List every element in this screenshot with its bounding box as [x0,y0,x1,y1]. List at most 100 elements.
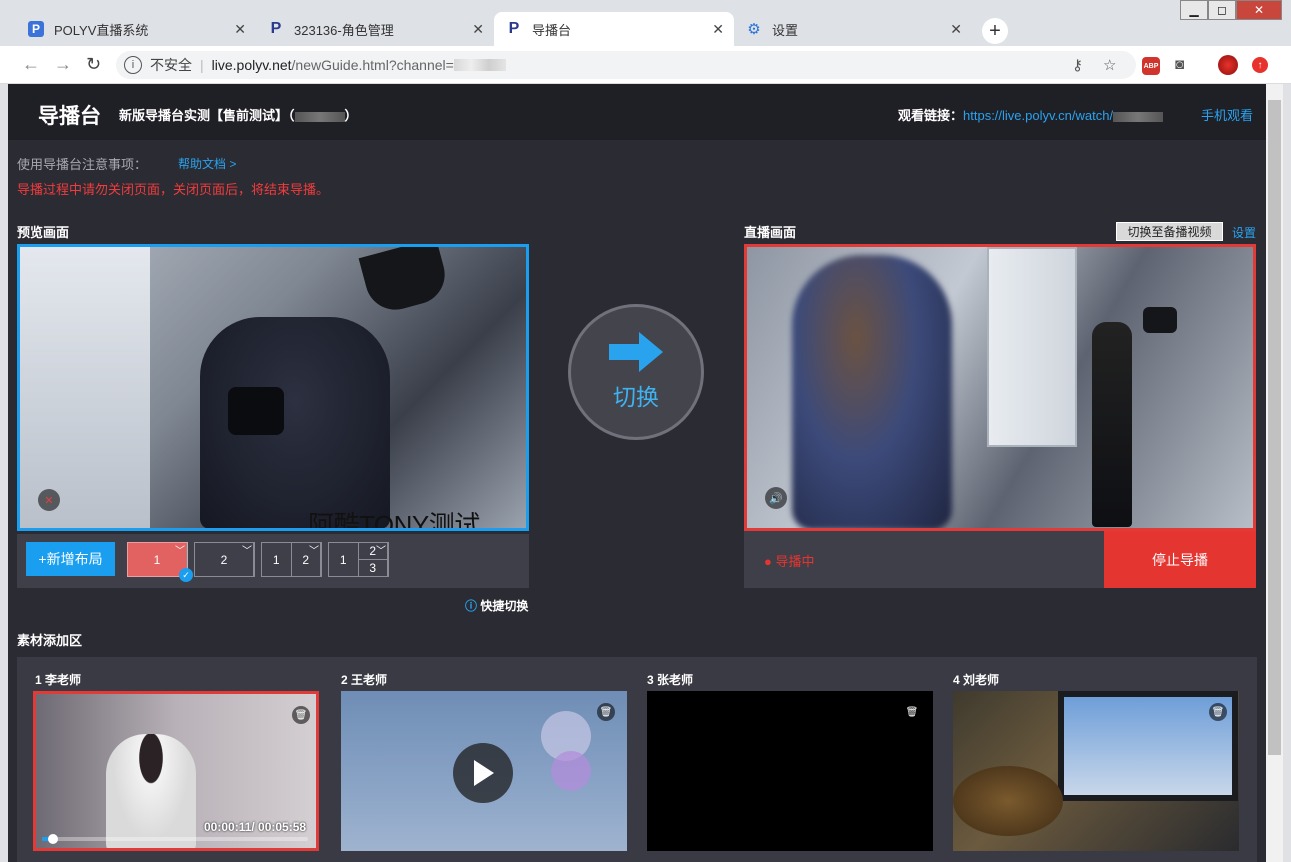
notice-label: 使用导播台注意事项： [17,157,148,172]
layout-cell: 3 [369,561,377,575]
play-icon [474,760,494,786]
speaker-icon[interactable]: 🔊 [765,487,787,509]
forward-arrow-icon[interactable]: → [54,54,72,75]
browser-toolbar: ← → ↻ i 不安全 | live.polyv.net /newGuide.h… [0,46,1291,84]
trash-icon[interactable]: 🗑 [597,703,615,721]
switch-button[interactable]: 切换 [568,304,704,440]
browser-tab-strip: P POLYV直播系统 ✕ P 323136-角色管理 ✕ P 导播台 ✕ ⚙ … [0,0,1291,46]
help-doc-link[interactable]: 帮助文档 > [178,155,236,172]
man-figure [1092,322,1132,527]
materials-area: 1 李老师 🗑 00:00:11/ 00:05:58 2 王老师 🗑 3 张老师… [17,657,1257,862]
trash-icon[interactable]: 🗑 [292,706,310,724]
url-path: /newGuide.html?channel= [291,57,454,73]
live-status-bar: ● 导播中 [744,531,1104,588]
back-arrow-icon[interactable]: ← [22,54,40,75]
live-status: ● 导播中 [764,554,815,569]
url-host: live.polyv.net [211,57,292,73]
browser-tab[interactable]: ⚙ 设置 ✕ [734,12,972,46]
live-label: 直播画面 [744,225,797,240]
browser-tab-active[interactable]: P 导播台 ✕ [494,12,734,46]
progress-track[interactable] [42,834,308,844]
gear-icon: ⚙ [747,21,761,38]
star-icon[interactable]: ☆ [1103,56,1116,74]
new-tab-button[interactable]: + [982,18,1008,44]
chevron-down-icon[interactable]: ﹀ [175,542,185,557]
minimize-button[interactable]: ▁ [1180,0,1208,20]
preview-video[interactable]: ✕ 阿酷TONY测试 [17,244,529,531]
mobile-watch-link[interactable]: 手机观看 [1201,105,1253,124]
warning-text: 导播过程中请勿关闭页面，关闭页面后，将结束导播。 [17,182,330,197]
stop-broadcast-button[interactable]: 停止导播 [1104,531,1256,588]
window-backdrop [20,247,150,528]
camera-shape [228,387,284,435]
trash-icon[interactable]: 🗑 [903,703,921,721]
window-close-button[interactable]: ✕ [1236,0,1282,20]
layout-option-4[interactable]: 1 2 3 ﹀ [328,542,389,577]
browser-tab[interactable]: P POLYV直播系统 ✕ [16,12,256,46]
material-thumbnail-3[interactable]: 🗑 [647,691,933,851]
tea-tray-shape [953,766,1063,836]
info-icon[interactable]: i [124,56,142,74]
studio-light [358,247,452,317]
info-circle-icon: ⓘ [465,599,478,613]
material-thumbnail-2[interactable]: 🗑 [341,691,627,851]
play-button[interactable] [453,743,513,803]
layout-cell: 1 [262,543,292,576]
close-icon[interactable]: ✕ [234,21,246,38]
polyv-p-icon: P [508,20,520,37]
switch-to-backup-button[interactable]: 切换至备播视频 [1116,222,1223,241]
tab-title: POLYV直播系统 [54,22,149,38]
browser-tab[interactable]: P 323136-角色管理 ✕ [256,12,494,46]
muted-speaker-icon[interactable]: ✕ [38,489,60,511]
channel-subtitle: 新版导播台实测【售前测试】（） [119,108,358,123]
camera-icon[interactable]: ◙ [1175,56,1184,73]
close-icon[interactable]: ✕ [950,21,962,38]
address-bar[interactable]: i 不安全 | live.polyv.net /newGuide.html?ch… [116,51,1136,79]
watch-link-row: 观看链接：https://live.polyv.cn/watch/ [898,105,1164,124]
security-label: 不安全 [150,57,192,73]
material-label: 4 刘老师 [953,673,1000,687]
adblock-icon[interactable]: ABP [1142,57,1160,75]
trash-icon[interactable]: 🗑 [1209,703,1227,721]
chevron-down-icon[interactable]: ﹀ [242,542,252,557]
layout-cell: 1 [329,543,359,576]
material-thumbnail-4[interactable]: 🗑 [953,691,1239,851]
add-layout-button[interactable]: +新增布局 [26,542,115,576]
materials-label: 素材添加区 [17,633,83,648]
close-icon[interactable]: ✕ [472,21,484,38]
update-icon[interactable]: ↑ [1252,57,1268,73]
balloon-shape [551,751,591,791]
scrollbar-thumb[interactable] [1268,100,1281,755]
progress-handle[interactable] [47,834,58,844]
layout-option-1[interactable]: 1 ﹀ ✓ [127,542,193,582]
director-console-page: 导播台 新版导播台实测【售前测试】（） 观看链接：https://live.po… [8,84,1266,862]
polyv-p-icon: P [270,20,282,37]
dancer-figure [792,255,952,528]
material-thumbnail-1[interactable]: 🗑 00:00:11/ 00:05:58 [33,691,319,851]
layout-option-3[interactable]: 1 2 ﹀ [261,542,322,577]
watch-url[interactable]: https://live.polyv.cn/watch/ [963,108,1113,123]
avatar[interactable] [1218,55,1238,75]
layout-option-2[interactable]: 2 ﹀ [194,542,255,577]
quick-switch-hint[interactable]: ⓘ 快捷切换 [465,597,528,614]
right-arrow-icon [609,332,663,372]
maximize-button[interactable]: ◻ [1208,0,1236,20]
switch-label: 切换 [613,384,659,410]
redacted-channel-id [294,111,345,122]
tab-title: 323136-角色管理 [294,22,394,38]
chevron-down-icon[interactable]: ﹀ [376,542,386,557]
chevron-down-icon[interactable]: ﹀ [309,542,319,557]
key-icon[interactable]: ⚷ [1072,56,1083,74]
window-backdrop [987,247,1077,447]
preview-label: 预览画面 [17,225,70,240]
page-title: 导播台 [38,105,101,128]
redacted-channel-id [453,59,506,71]
tab-title: 设置 [772,22,799,38]
check-icon: ✓ [179,568,193,582]
live-dot-icon: ● [764,554,772,569]
page-header: 导播台 新版导播台实测【售前测试】（） 观看链接：https://live.po… [8,84,1266,140]
live-settings-link[interactable]: 设置 [1232,224,1256,241]
reload-icon[interactable]: ↻ [86,54,101,75]
live-video[interactable]: 🔊 [744,244,1256,531]
close-icon[interactable]: ✕ [712,21,724,38]
